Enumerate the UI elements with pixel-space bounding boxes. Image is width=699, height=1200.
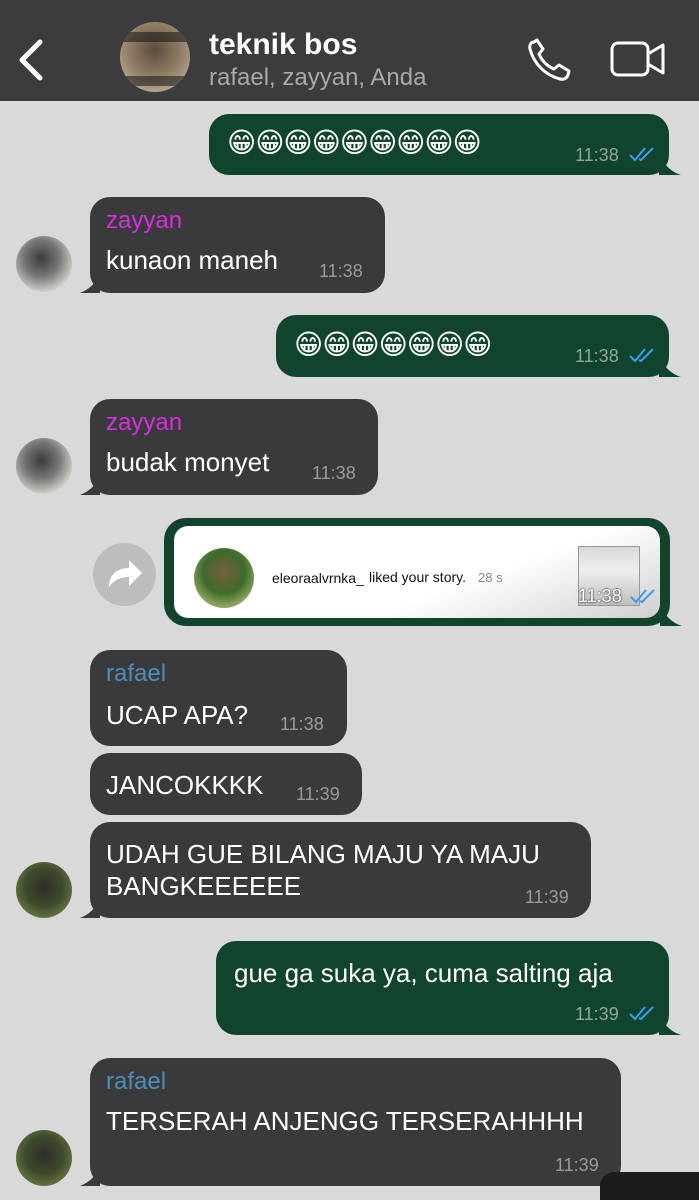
story-action-text: liked your story. xyxy=(369,569,466,585)
double-check-icon xyxy=(629,1006,654,1021)
video-call-button[interactable] xyxy=(610,40,666,78)
story-username: eleoraalvrnka_ xyxy=(272,570,364,586)
message-time: 11:39 xyxy=(555,1155,599,1175)
sender-name[interactable]: rafael xyxy=(106,1068,166,1096)
message-time: 11:39 xyxy=(296,784,340,804)
avatar-rafael[interactable] xyxy=(16,862,72,918)
bubble-tail xyxy=(80,1166,100,1186)
bubble-tail xyxy=(659,153,681,175)
message-text: TERSERAH ANJENGG TERSERAHHHH xyxy=(106,1106,584,1136)
message-text: kunaon maneh xyxy=(106,245,279,275)
voice-call-button[interactable] xyxy=(526,38,572,82)
message-text: budak monyet xyxy=(106,447,270,477)
story-user-avatar xyxy=(194,548,254,608)
chevron-left-icon xyxy=(19,39,43,81)
scroll-down-badge[interactable] xyxy=(600,1172,699,1200)
message-text: UDAH GUE BILANG MAJU YA MAJU BANGKEEEEEE xyxy=(106,839,540,901)
incoming-message[interactable]: JANCOKKKK 11:39 xyxy=(90,753,362,815)
video-camera-icon xyxy=(610,41,665,77)
message-time: 11:38 xyxy=(575,145,619,165)
incoming-message[interactable]: rafael UCAP APA? 11:38 xyxy=(90,650,347,746)
avatar-zayyan[interactable] xyxy=(16,236,72,292)
incoming-message[interactable]: zayyan kunaon maneh 11:38 xyxy=(80,197,385,293)
incoming-message[interactable]: rafael TERSERAH ANJENGG TERSERAHHHH 11:3… xyxy=(80,1058,621,1186)
avatar-rafael[interactable] xyxy=(16,1130,72,1186)
message-time: 11:38 xyxy=(280,714,324,734)
chat-title[interactable]: teknik bos xyxy=(209,28,357,62)
double-check-icon xyxy=(630,589,655,604)
message-time: 11:39 xyxy=(575,1004,619,1024)
avatar-zayyan[interactable] xyxy=(16,438,72,494)
forward-button[interactable] xyxy=(93,543,156,606)
message-time: 11:39 xyxy=(525,887,569,907)
double-check-icon xyxy=(629,147,654,162)
sender-name[interactable]: zayyan xyxy=(106,409,182,437)
bubble-tail xyxy=(659,355,681,377)
message-text: UCAP APA? xyxy=(106,700,249,730)
incoming-message[interactable]: UDAH GUE BILANG MAJU YA MAJU BANGKEEEEEE… xyxy=(80,822,591,918)
bubble-tail xyxy=(659,1013,681,1035)
message-time: 11:38 xyxy=(578,586,622,606)
outgoing-message[interactable]: 😁😁😁😁😁😁😁😁😁 11:38 xyxy=(209,114,681,175)
bubble-tail xyxy=(80,898,100,918)
outgoing-message[interactable]: 😁😁😁😁😁😁😁 11:38 xyxy=(276,315,681,377)
message-text: 😁😁😁😁😁😁😁 xyxy=(294,329,492,360)
forward-arrow-icon xyxy=(109,560,142,587)
message-time: 11:38 xyxy=(575,346,619,366)
outgoing-message[interactable]: gue ga suka ya, cuma salting aja 11:39 xyxy=(216,941,681,1035)
sender-name[interactable]: zayyan xyxy=(106,207,182,235)
story-age: 28 s xyxy=(478,570,503,585)
bubble-tail xyxy=(80,475,100,495)
chat-header: teknik bos rafael, zayyan, Anda xyxy=(0,0,699,101)
message-time: 11:38 xyxy=(312,463,356,483)
phone-icon xyxy=(528,38,571,81)
double-check-icon xyxy=(629,348,654,363)
bubble-tail xyxy=(80,273,100,293)
group-avatar[interactable] xyxy=(120,22,190,92)
chat-members[interactable]: rafael, zayyan, Anda xyxy=(209,64,426,92)
back-button[interactable] xyxy=(14,36,50,84)
message-time: 11:38 xyxy=(319,261,363,281)
incoming-message[interactable]: zayyan budak monyet 11:38 xyxy=(80,399,378,495)
bubble-tail xyxy=(660,604,682,626)
message-text: JANCOKKKK xyxy=(106,770,264,800)
sender-name[interactable]: rafael xyxy=(106,660,166,688)
message-text: 😁😁😁😁😁😁😁😁😁 xyxy=(227,127,482,158)
shared-story-message[interactable]: eleoraalvrnka_ liked your story. 28 s xyxy=(164,518,682,626)
message-text: gue ga suka ya, cuma salting aja xyxy=(234,958,613,988)
